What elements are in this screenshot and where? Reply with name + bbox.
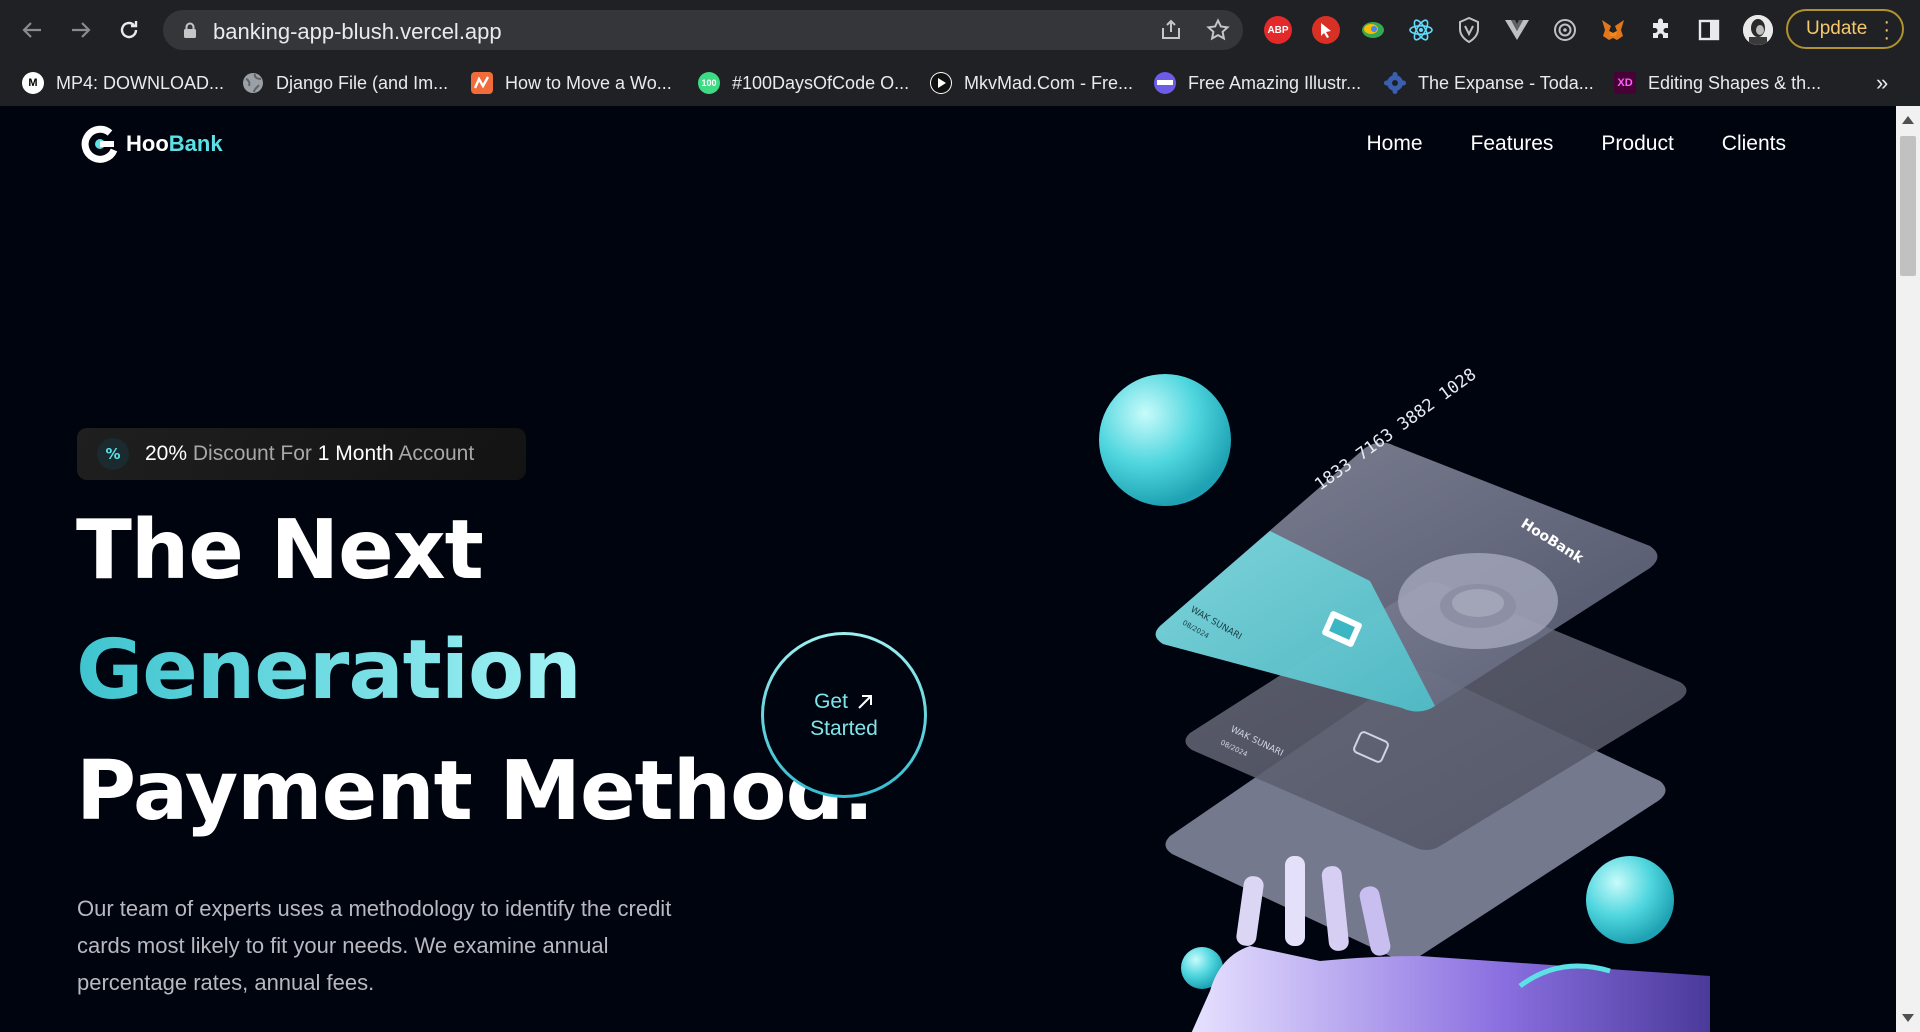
bookmark-favicon-icon xyxy=(471,72,493,94)
cta-line-2: Started xyxy=(810,717,878,740)
forward-button[interactable] xyxy=(64,13,98,47)
hoobank-page: HooBank Home Features Product Clients % … xyxy=(0,106,1896,1032)
scroll-thumb[interactable] xyxy=(1900,136,1916,276)
bookmark-label: MP4: DOWNLOAD... xyxy=(56,72,225,93)
bookmark-item[interactable]: Free Amazing Illustr... xyxy=(1154,69,1361,97)
get-started-button[interactable]: Get Started xyxy=(761,632,927,798)
cta-line-1: Get xyxy=(814,690,848,713)
back-arrow-icon xyxy=(22,22,41,38)
bookmark-item[interactable]: MkvMad.Com - Fre... xyxy=(930,69,1133,97)
back-button[interactable] xyxy=(15,13,49,47)
react-devtools-icon[interactable] xyxy=(1407,16,1435,44)
logo-wordmark: HooBank xyxy=(126,131,223,156)
bookmark-item[interactable]: How to Move a Wo... xyxy=(471,69,672,97)
bookmark-star-icon[interactable] xyxy=(1206,18,1230,42)
bookmark-label: The Expanse - Toda... xyxy=(1418,72,1594,93)
update-button[interactable]: Update · · · xyxy=(1786,9,1904,49)
extensions-puzzle-icon[interactable] xyxy=(1647,16,1675,44)
logo-mark-icon xyxy=(81,125,118,163)
bookmarks-bar: M MP4: DOWNLOAD... Django File (and Im..… xyxy=(0,60,1920,106)
bookmark-item[interactable]: M MP4: DOWNLOAD... xyxy=(22,69,224,97)
adobe-xd-icon: XD xyxy=(1614,72,1636,94)
hero-title-line-1: The Next xyxy=(76,503,484,598)
scroll-up-icon[interactable] xyxy=(1902,116,1914,124)
discount-icon: % xyxy=(97,438,129,470)
bookmark-favicon-icon: M xyxy=(22,72,44,94)
metamask-icon[interactable] xyxy=(1599,16,1627,44)
adblock-plus-icon[interactable]: ABP xyxy=(1264,16,1292,44)
scroll-down-icon[interactable] xyxy=(1902,1014,1914,1022)
reload-icon xyxy=(120,21,138,39)
hero-description: Our team of experts uses a methodology t… xyxy=(77,896,672,995)
hero-title-line-3: Payment Method. xyxy=(76,744,874,839)
side-panel-icon[interactable] xyxy=(1695,16,1723,44)
abp-label: ABP xyxy=(1267,24,1289,36)
bookmark-label: MkvMad.Com - Fre... xyxy=(964,72,1134,93)
vue-devtools-icon[interactable] xyxy=(1503,16,1531,44)
bookmark-item[interactable]: The Expanse - Toda... xyxy=(1384,69,1594,97)
reload-button[interactable] xyxy=(112,13,146,47)
main-nav: Home Features Product Clients xyxy=(1367,132,1786,156)
profile-avatar[interactable] xyxy=(1743,15,1773,45)
nav-clients[interactable]: Clients xyxy=(1722,132,1786,156)
share-icon[interactable] xyxy=(1159,18,1183,42)
discount-badge: % 20% Discount For 1 Month Account xyxy=(77,428,526,480)
forward-arrow-icon xyxy=(72,22,91,38)
play-icon xyxy=(930,72,952,94)
lock-icon xyxy=(184,22,196,38)
browser-toolbar: banking-app-blush.vercel.app ABP Update … xyxy=(0,0,1920,60)
nav-features[interactable]: Features xyxy=(1471,132,1554,156)
sphere-large xyxy=(1099,374,1231,506)
nav-home[interactable]: Home xyxy=(1367,132,1423,156)
address-bar[interactable]: banking-app-blush.vercel.app xyxy=(163,10,1243,50)
hero-cards-illustration: WAK SUNARI 08/2024 1833 7163 3882 1028 H… xyxy=(1099,365,1710,1032)
bookmark-label: #100DaysOfCode O... xyxy=(732,72,910,93)
hero-title-line-2: Generation xyxy=(76,623,582,718)
page-scrollbar[interactable] xyxy=(1896,106,1920,1032)
more-menu-icon[interactable]: · · · xyxy=(1883,12,1890,48)
ninja-icon xyxy=(1154,72,1176,94)
hoobank-logo[interactable]: HooBank xyxy=(80,124,223,164)
bookmark-item[interactable]: XD Editing Shapes & th... xyxy=(1614,69,1821,97)
bookmark-label: How to Move a Wo... xyxy=(505,72,672,93)
bookmark-label: Editing Shapes & th... xyxy=(1648,72,1822,93)
globe-icon xyxy=(242,72,264,94)
bookmark-item[interactable]: Django File (and Im... xyxy=(242,69,448,97)
bookmark-label: Django File (and Im... xyxy=(276,72,449,93)
target-extension-icon[interactable] xyxy=(1551,16,1579,44)
robot-hand xyxy=(1191,946,1710,1032)
bookmark-label: Free Amazing Illustr... xyxy=(1188,72,1362,93)
colorful-extension-icon[interactable] xyxy=(1359,16,1387,44)
vpn-shield-icon[interactable] xyxy=(1455,16,1483,44)
nav-product[interactable]: Product xyxy=(1601,132,1673,156)
update-label: Update xyxy=(1806,18,1868,39)
cursor-extension-icon[interactable] xyxy=(1312,16,1340,44)
gear-favicon-icon xyxy=(1384,72,1406,94)
sphere-medium xyxy=(1586,856,1674,944)
browser-chrome: banking-app-blush.vercel.app ABP Update … xyxy=(0,0,1920,106)
arrow-up-right-icon xyxy=(858,694,872,709)
url-text: banking-app-blush.vercel.app xyxy=(213,19,502,44)
discount-text: 20% Discount For 1 Month Account xyxy=(145,442,475,465)
bookmarks-overflow-icon[interactable]: » xyxy=(1876,69,1888,97)
bookmark-favicon-icon: 100 xyxy=(698,72,720,94)
get-started-inner: Get Started xyxy=(764,635,924,795)
bookmark-item[interactable]: 100 #100DaysOfCode O... xyxy=(698,69,909,97)
